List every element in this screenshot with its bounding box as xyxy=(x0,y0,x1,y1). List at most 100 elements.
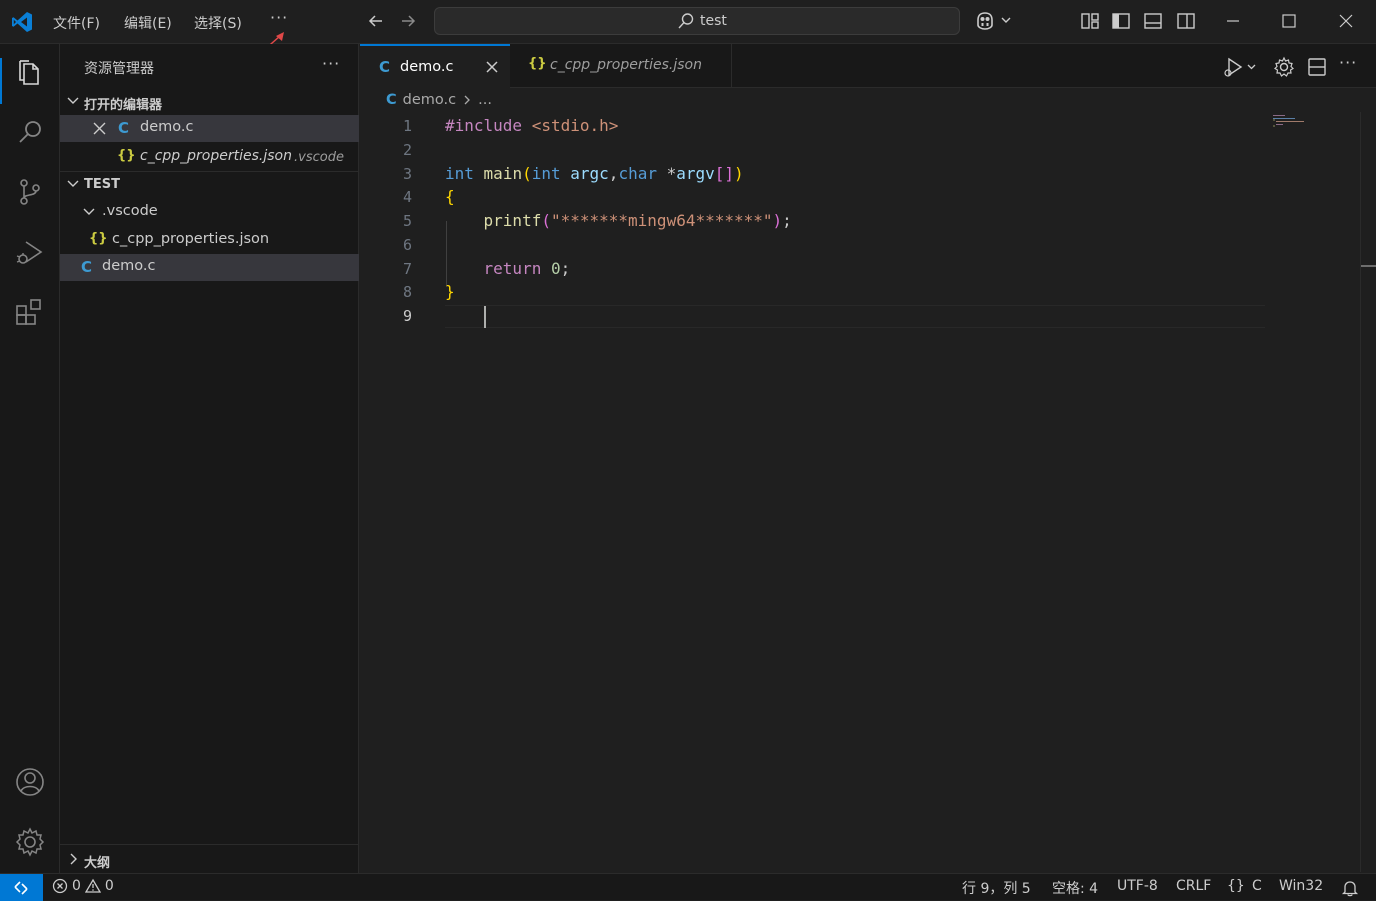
menu-file[interactable]: 文件(F) xyxy=(53,13,100,33)
c-file-icon: C xyxy=(379,58,391,76)
maximize-icon[interactable] xyxy=(1279,11,1299,31)
scrollbar-cursor-marker xyxy=(1361,265,1376,267)
close-icon[interactable] xyxy=(484,59,500,75)
activity-bar xyxy=(0,44,60,873)
search-text: test xyxy=(700,13,727,29)
workspace-label: TEST xyxy=(84,177,120,192)
tab-label: demo.c xyxy=(400,59,454,75)
outline-label: 大纲 xyxy=(84,856,111,871)
open-editor-item-json[interactable]: {} c_cpp_properties.json .vscode xyxy=(60,144,359,171)
line-number: 5 xyxy=(402,212,412,230)
outline-header[interactable]: 大纲 xyxy=(60,847,359,873)
code-editor[interactable]: 1 2 3 4 5 6 7 8 9 #include <stdio.h> int… xyxy=(360,112,1360,872)
accounts-icon[interactable] xyxy=(14,766,46,798)
search-icon[interactable] xyxy=(14,116,46,148)
command-center-search[interactable]: test xyxy=(434,7,960,35)
code-line-5: printf("*******mingw64*******"); xyxy=(483,211,792,230)
settings-gear-icon[interactable] xyxy=(14,826,46,858)
chevron-right-icon xyxy=(464,95,471,105)
file-name: c_cpp_properties.json xyxy=(140,148,292,164)
extensions-icon[interactable] xyxy=(14,296,46,328)
json-file-icon: {} xyxy=(528,56,547,71)
file-name: demo.c xyxy=(102,258,156,274)
line-number-current: 9 xyxy=(402,307,412,325)
code-line-8: } xyxy=(445,282,455,301)
more-actions-button[interactable]: ··· xyxy=(1339,53,1357,72)
back-arrow-icon[interactable] xyxy=(366,11,386,31)
title-bar: 文件(F) 编辑(E) 选择(S) ··· test xyxy=(0,0,1376,67)
minimap[interactable] xyxy=(1272,114,1312,134)
sidebar-title: 资源管理器 xyxy=(84,61,154,77)
remote-icon xyxy=(14,881,28,895)
tab-c-cpp-properties[interactable]: {} c_cpp_properties.json xyxy=(510,44,732,88)
active-indicator xyxy=(0,58,2,104)
source-control-icon[interactable] xyxy=(14,176,46,208)
file-name: c_cpp_properties.json xyxy=(112,231,270,247)
cursor-position[interactable]: 行 9，列 5 xyxy=(962,878,1031,898)
current-line-highlight xyxy=(445,305,1265,328)
breadcrumb-symbol[interactable]: ... xyxy=(478,92,492,108)
indentation[interactable]: 空格: 4 xyxy=(1052,878,1098,898)
line-number: 2 xyxy=(402,141,412,159)
c-file-icon: C xyxy=(386,92,397,108)
settings-gear-icon[interactable] xyxy=(1273,56,1295,78)
tree-item-json[interactable]: {} c_cpp_properties.json xyxy=(60,227,359,254)
language-mode[interactable]: C xyxy=(1252,878,1262,894)
tab-demo-c[interactable]: C demo.c xyxy=(360,44,510,88)
minimize-icon[interactable] xyxy=(1223,11,1243,31)
tab-label: c_cpp_properties.json xyxy=(550,57,702,73)
chevron-right-icon xyxy=(70,853,77,865)
chevron-down-icon xyxy=(67,97,79,104)
code-line-7: return 0; xyxy=(483,259,571,278)
line-number: 3 xyxy=(402,165,412,183)
forward-arrow-icon[interactable] xyxy=(398,11,418,31)
customize-layout-icon[interactable] xyxy=(1080,11,1100,31)
run-debug-icon[interactable] xyxy=(14,236,46,268)
tree-item-demo-c[interactable]: C demo.c xyxy=(60,254,359,281)
line-number: 7 xyxy=(402,260,412,278)
split-editor-icon[interactable] xyxy=(1306,56,1328,78)
problems-indicator[interactable]: 0 0 xyxy=(52,878,114,894)
warning-count: 0 xyxy=(104,878,114,894)
breadcrumb-file[interactable]: demo.c xyxy=(403,92,456,108)
notifications-bell-icon[interactable] xyxy=(1341,879,1359,897)
json-file-icon: {} xyxy=(117,148,136,163)
close-window-icon[interactable] xyxy=(1336,11,1356,31)
status-bar: 0 0 行 9，列 5 空格: 4 UTF-8 CRLF {} C Win32 xyxy=(0,873,1376,901)
vertical-scrollbar[interactable] xyxy=(1360,112,1361,872)
error-icon xyxy=(52,878,68,894)
toggle-panel-icon[interactable] xyxy=(1143,11,1163,31)
toggle-primary-sidebar-icon[interactable] xyxy=(1111,11,1131,31)
run-debug-dropdown-icon[interactable] xyxy=(1222,56,1260,78)
chevron-down-icon xyxy=(83,208,95,215)
toggle-secondary-sidebar-icon[interactable] xyxy=(1176,11,1196,31)
file-name: demo.c xyxy=(140,119,194,135)
close-icon[interactable] xyxy=(93,122,106,135)
cpp-configuration[interactable]: Win32 xyxy=(1279,878,1323,894)
copilot-icon[interactable] xyxy=(975,11,1013,31)
editor-tabs: C demo.c {} c_cpp_properties.json ··· xyxy=(360,44,1376,88)
line-number: 1 xyxy=(402,117,412,135)
explorer-sidebar: 资源管理器 ··· 打开的编辑器 C demo.c {} c_cpp_prope… xyxy=(60,44,359,873)
line-number: 6 xyxy=(402,236,412,254)
code-line-1: #include <stdio.h> xyxy=(445,116,619,135)
menu-more-button[interactable]: ··· xyxy=(270,8,288,27)
sidebar-more-button[interactable]: ··· xyxy=(322,54,340,73)
remote-indicator[interactable] xyxy=(0,874,43,901)
open-editor-item-demo-c[interactable]: C demo.c xyxy=(60,115,359,142)
vscode-logo-icon xyxy=(12,12,32,32)
menu-selection[interactable]: 选择(S) xyxy=(194,13,242,33)
folder-name: .vscode xyxy=(102,203,158,219)
error-count: 0 xyxy=(72,878,81,894)
open-editors-header[interactable]: 打开的编辑器 xyxy=(60,89,359,115)
end-of-line[interactable]: CRLF xyxy=(1176,878,1211,894)
encoding[interactable]: UTF-8 xyxy=(1117,878,1158,894)
line-number: 8 xyxy=(402,283,412,301)
menu-edit[interactable]: 编辑(E) xyxy=(124,13,172,33)
file-folder-desc: .vscode xyxy=(294,150,344,165)
line-number: 4 xyxy=(402,188,412,206)
code-line-4: { xyxy=(445,187,455,206)
workspace-header[interactable]: TEST xyxy=(60,172,359,198)
folder-vscode[interactable]: .vscode xyxy=(60,199,359,226)
explorer-icon[interactable] xyxy=(14,56,46,88)
